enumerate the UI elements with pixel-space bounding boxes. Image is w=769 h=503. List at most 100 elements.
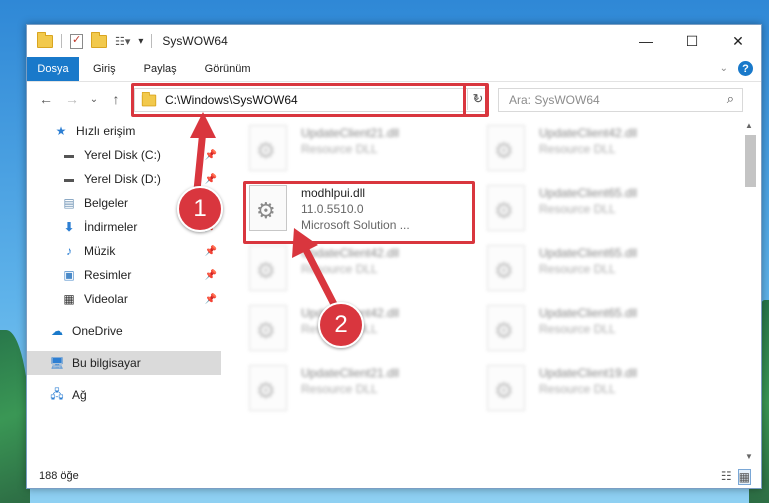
pin-icon: 📌 (204, 269, 217, 281)
address-bar[interactable]: C:\Windows\SysWOW64 ⌄ (134, 88, 488, 112)
customize-toolbar-icon[interactable]: ☷▾ (115, 35, 130, 48)
back-button[interactable]: ← (35, 91, 57, 107)
file-tile[interactable]: UpdateClient21.dll Resource DLL (249, 125, 469, 175)
ribbon-right: ⌄ ? (720, 61, 753, 76)
sidebar-item-music[interactable]: ♪ Müzik 📌 (27, 239, 221, 263)
step-badge-2: 2 (318, 302, 364, 348)
scroll-thumb[interactable] (745, 135, 756, 187)
expand-ribbon-icon[interactable]: ⌄ (720, 63, 728, 74)
dll-file-icon (487, 365, 525, 411)
scroll-down-icon[interactable]: ▼ (745, 452, 753, 461)
sidebar-item-this-pc[interactable]: 🖥 Bu bilgisayar (27, 351, 221, 375)
file-tile[interactable]: UpdateClient19.dll Resource DLL (487, 365, 707, 415)
star-icon: ★ (55, 124, 67, 138)
documents-icon: ▤ (63, 196, 75, 210)
music-icon: ♪ (66, 244, 72, 258)
dll-file-icon (249, 305, 287, 351)
help-icon[interactable]: ? (738, 61, 753, 76)
file-type: Resource DLL (301, 382, 378, 396)
refresh-button[interactable]: ↻ (467, 88, 488, 110)
sidebar-item-label: Bu bilgisayar (72, 356, 141, 370)
sidebar-item-quick-access[interactable]: ★ Hızlı erişim (27, 119, 221, 143)
pictures-icon: ▣ (63, 268, 75, 282)
file-list: UpdateClient21.dll Resource DLL modhlpui.… (241, 119, 739, 464)
title-bar: ☷▾ ▾ SysWOW64 — ☐ ✕ (27, 25, 761, 57)
file-tile[interactable]: UpdateClient42.dll Resource DLL (249, 245, 469, 295)
pin-icon: 📌 (204, 293, 217, 305)
forward-button[interactable]: → (61, 91, 83, 107)
sidebar-item-onedrive[interactable]: ☁ OneDrive (27, 319, 221, 343)
file-type: Resource DLL (539, 382, 616, 396)
sidebar-item-label: Yerel Disk (D:) (84, 172, 161, 186)
close-button[interactable]: ✕ (715, 25, 761, 57)
file-name: UpdateClient42.dll (539, 126, 638, 140)
sidebar-item-label: Ağ (72, 388, 87, 402)
file-type: Resource DLL (539, 262, 616, 276)
file-type: Resource DLL (539, 142, 616, 156)
file-type: Resource DLL (539, 202, 616, 216)
explorer-window: ☷▾ ▾ SysWOW64 — ☐ ✕ Dosya Giriş Paylaş G… (26, 24, 762, 489)
sidebar-item-label: İndirmeler (84, 220, 138, 234)
file-name: UpdateClient65.dll (539, 246, 638, 260)
drive-icon: ▬ (64, 173, 74, 185)
tab-view[interactable]: Görünüm (191, 63, 265, 75)
file-name: UpdateClient42.dll (301, 246, 400, 260)
file-description: Microsoft Solution ... (301, 218, 410, 232)
sidebar-item-pictures[interactable]: ▣ Resimler 📌 (27, 263, 221, 287)
minimize-button[interactable]: — (623, 25, 669, 57)
file-tile[interactable]: UpdateClient21.dll Resource DLL (249, 365, 469, 415)
tab-home[interactable]: Giriş (79, 63, 130, 75)
pin-icon: 📌 (204, 173, 217, 185)
file-tile[interactable]: UpdateClient65.dll Resource DLL (487, 185, 707, 235)
file-name: UpdateClient65.dll (539, 306, 638, 320)
toolbar-dropdown-icon[interactable]: ▾ (138, 36, 143, 47)
tab-file[interactable]: Dosya (27, 57, 79, 81)
sidebar-item-videos[interactable]: ▦ Videolar 📌 (27, 287, 221, 311)
divider (151, 34, 153, 48)
divider (61, 34, 62, 48)
search-input[interactable]: Ara: SysWOW64 (509, 93, 600, 107)
properties-icon[interactable] (70, 33, 83, 49)
search-box[interactable]: Ara: SysWOW64 ⌕ (498, 88, 743, 112)
file-tile[interactable]: UpdateClient42.dll Resource DLL (487, 125, 707, 175)
maximize-button[interactable]: ☐ (669, 25, 715, 57)
tiles-view-icon[interactable]: ▦ (737, 469, 751, 485)
address-path: C:\Windows\SysWOW64 (165, 93, 298, 107)
ribbon-tabs: Dosya Giriş Paylaş Görünüm ⌄ ? (27, 57, 761, 82)
file-type: Resource DLL (539, 322, 616, 336)
dll-file-icon (249, 125, 287, 171)
details-view-icon[interactable]: ☷ (721, 469, 732, 485)
view-buttons: ☷ ▦ (721, 469, 751, 485)
file-name: UpdateClient65.dll (539, 186, 638, 200)
pin-icon: 📌 (204, 149, 217, 161)
step-badge-1: 1 (177, 186, 223, 232)
file-type: Resource DLL (301, 142, 378, 156)
navigation-pane: ★ Hızlı erişim ▬ Yerel Disk (C:) 📌 ▬ Yer… (27, 119, 221, 464)
sidebar-item-label: Müzik (84, 244, 116, 258)
recent-locations-button[interactable]: ⌄ (83, 94, 105, 105)
download-icon: ⬇ (63, 220, 75, 234)
file-name: UpdateClient19.dll (539, 366, 638, 380)
sidebar-item-network[interactable]: 🖧 Ağ (27, 383, 221, 407)
file-tile-modhlpui[interactable]: modhlpui.dll 11.0.5510.0 Microsoft Solut… (249, 185, 469, 235)
file-tile[interactable]: UpdateClient65.dll Resource DLL (487, 245, 707, 295)
sidebar-item-label: Videolar (84, 292, 128, 306)
scroll-up-icon[interactable]: ▲ (745, 121, 753, 130)
sidebar-item-disk-c[interactable]: ▬ Yerel Disk (C:) 📌 (27, 143, 221, 167)
sidebar-item-label: OneDrive (72, 324, 123, 338)
quick-access-toolbar: ☷▾ ▾ (27, 31, 153, 49)
vertical-scrollbar[interactable]: ▲ ▼ (743, 119, 757, 463)
file-name: UpdateClient21.dll (301, 366, 400, 380)
search-icon: ⌕ (726, 91, 734, 106)
up-button[interactable]: ↑ (105, 91, 127, 107)
file-tile[interactable]: UpdateClient65.dll Resource DLL (487, 305, 707, 355)
tab-share[interactable]: Paylaş (130, 63, 191, 75)
item-count: 188 öğe (39, 470, 79, 482)
dll-file-icon (249, 365, 287, 411)
dll-file-icon (249, 185, 287, 231)
folder-icon (141, 91, 157, 106)
dll-file-icon (249, 245, 287, 291)
file-name: modhlpui.dll (301, 186, 366, 200)
network-icon: 🖧 (50, 386, 64, 401)
new-folder-icon[interactable] (91, 31, 107, 48)
